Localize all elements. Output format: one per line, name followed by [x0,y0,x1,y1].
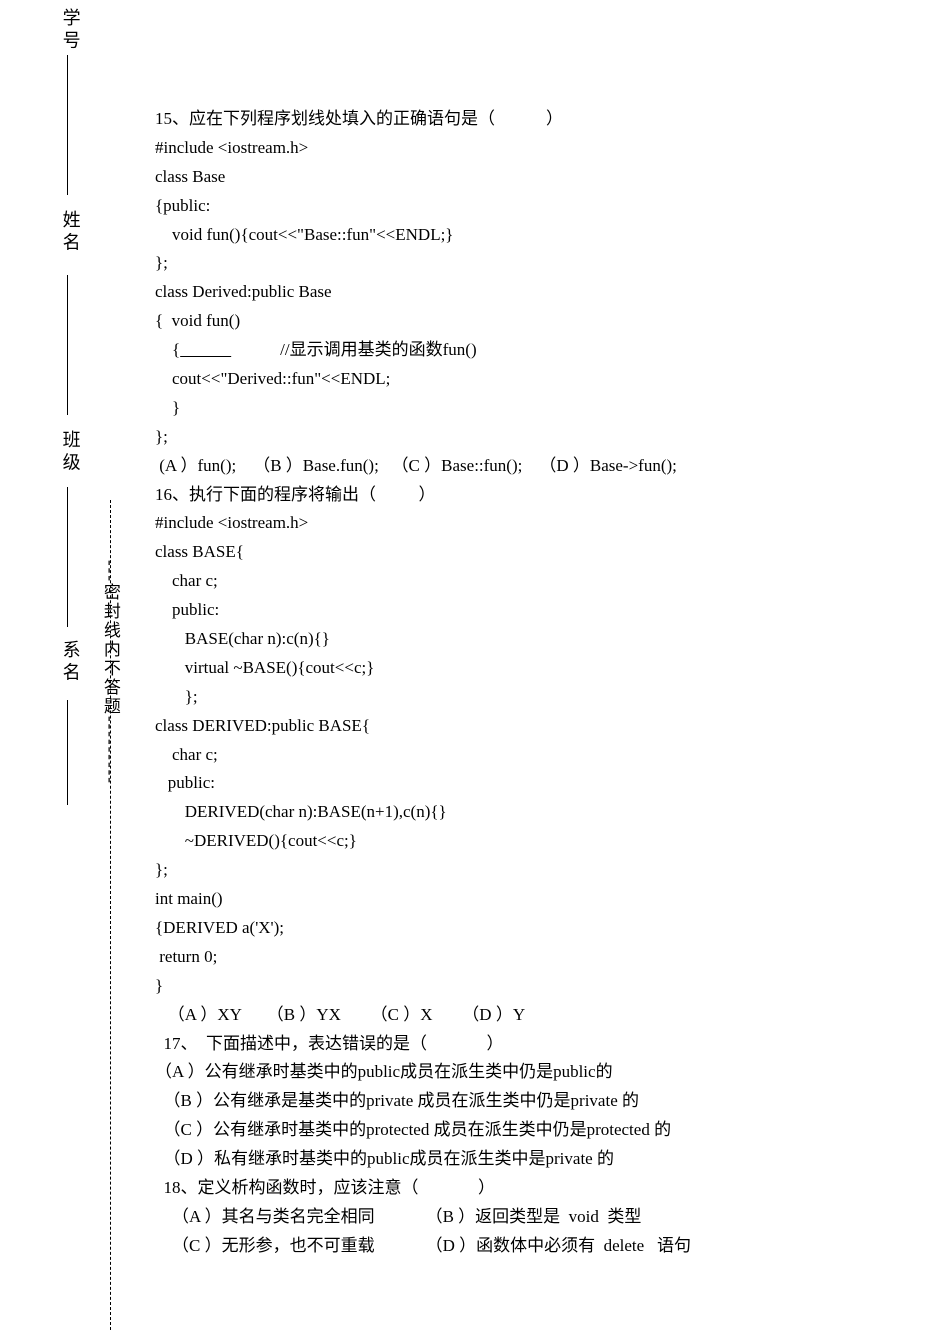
q16-code: }; [155,856,935,885]
sidebar-labels: 学 号 姓 名 班 级 系 名 [55,0,95,1342]
label-xingming: 姓 名 [55,210,86,251]
q16-code: BASE(char n):c(n){} [155,625,935,654]
q16-options: （A ）XY （B ）YX （C ）X （D ）Y [155,1001,935,1030]
q17-optB: （B ）公有继承是基类中的private 成员在派生类中仍是private 的 [155,1087,935,1116]
q16-code: char c; [155,567,935,596]
q16-code: #include <iostream.h> [155,509,935,538]
q15-options: (A ）fun(); （B ）Base.fun(); （C ）Base::fun… [155,452,935,481]
q16-code: ~DERIVED(){cout<<c;} [155,827,935,856]
q16-code: return 0; [155,943,935,972]
q16-code: public: [155,769,935,798]
q16-code: public: [155,596,935,625]
q17-title: 17、 下面描述中，表达错误的是（ ） [155,1030,935,1059]
label-ximing: 系 名 [55,640,86,681]
q15-code: cout<<"Derived::fun"<<ENDL; [155,365,935,394]
q16-code: char c; [155,741,935,770]
q17-optD: （D ）私有继承时基类中的public成员在派生类中是private 的 [155,1145,935,1174]
label-xuehao: 学 号 [55,8,86,49]
q18-optAB: （A ）其名与类名完全相同 （B ）返回类型是 void 类型 [155,1203,935,1232]
q16-code: DERIVED(char n):BASE(n+1),c(n){} [155,798,935,827]
q16-title: 16、执行下面的程序将输出（ ） [155,481,935,510]
q15-code: { void fun() [155,307,935,336]
q16-code: {DERIVED a('X'); [155,914,935,943]
q16-code: int main() [155,885,935,914]
q16-code: } [155,972,935,1001]
q15-code: {public: [155,192,935,221]
q16-code: class BASE{ [155,538,935,567]
q15-code: void fun(){cout<<"Base::fun"<<ENDL;} [155,221,935,250]
q15-code: class Derived:public Base [155,278,935,307]
q16-code: }; [155,683,935,712]
q15-code: }; [155,423,935,452]
q16-code: class DERIVED:public BASE{ [155,712,935,741]
q15-code: #include <iostream.h> [155,134,935,163]
q17-optC: （C ）公有继承时基类中的protected 成员在派生类中仍是protecte… [155,1116,935,1145]
divider [67,700,68,805]
sealed-line-text: ---密封线内不答题--------- [95,560,124,785]
label-banji: 班 级 [55,430,86,471]
divider [67,487,68,627]
q18-optCD: （C ）无形参，也不可重载 （D ）函数体中必须有 delete 语句 [155,1232,935,1261]
q18-title: 18、定义析构函数时，应该注意（ ） [155,1174,935,1203]
q15-code: class Base [155,163,935,192]
divider [67,275,68,415]
divider [67,55,68,195]
q15-title: 15、应在下列程序划线处填入的正确语句是（ ） [155,105,935,134]
q15-code-blank: { //显示调用基类的函数fun() [155,336,935,365]
q16-code: virtual ~BASE(){cout<<c;} [155,654,935,683]
q17-optA: （A ）公有继承时基类中的public成员在派生类中仍是public的 [155,1058,935,1087]
exam-content: 15、应在下列程序划线处填入的正确语句是（ ） #include <iostre… [155,105,935,1261]
q15-code: } [155,394,935,423]
q15-code: }; [155,249,935,278]
